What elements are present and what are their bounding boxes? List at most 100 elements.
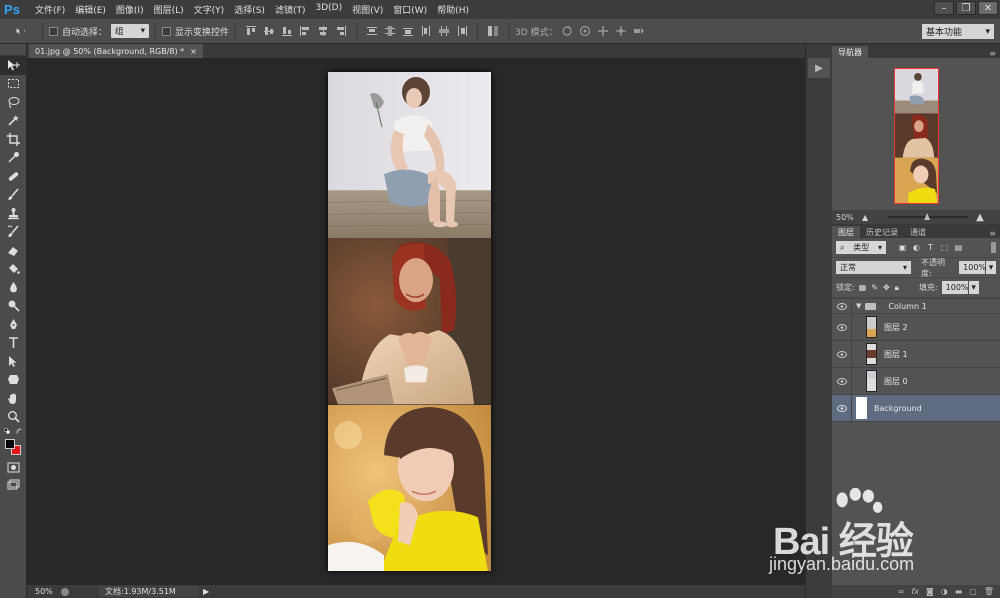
disclosure-triangle-icon[interactable]: ▼ <box>856 302 861 310</box>
menu-layer[interactable]: 图层(L) <box>149 3 189 16</box>
auto-select-checkbox[interactable] <box>49 26 58 36</box>
panel-menu-icon[interactable]: ≡ <box>989 229 1000 238</box>
distribute-top-icon[interactable] <box>366 25 378 37</box>
slider-thumb[interactable] <box>924 213 931 220</box>
distribute-vcenter-icon[interactable] <box>384 25 396 37</box>
lock-all-icon[interactable]: 🔒︎ <box>895 283 899 293</box>
eraser-tool-icon[interactable] <box>0 241 27 260</box>
add-mask-icon[interactable]: ◙ <box>926 587 934 596</box>
move-tool-preset-icon[interactable] <box>11 25 33 37</box>
layer-row-selected[interactable]: Background <box>832 395 1000 422</box>
layer-row[interactable]: 图层 2 <box>832 314 1000 341</box>
visibility-eye-icon[interactable] <box>832 299 852 313</box>
distribute-left-icon[interactable] <box>420 25 432 37</box>
pen-tool-icon[interactable] <box>0 315 27 334</box>
foreground-color-swatch[interactable] <box>5 439 15 449</box>
path-selection-tool-icon[interactable] <box>0 352 27 371</box>
opacity-input[interactable]: 100% <box>959 261 986 274</box>
navigator-preview[interactable] <box>894 68 939 204</box>
slide-3d-icon[interactable] <box>615 25 627 37</box>
roll-3d-icon[interactable] <box>579 25 591 37</box>
type-tool-icon[interactable] <box>0 334 27 353</box>
shape-tool-icon[interactable] <box>0 371 27 390</box>
menu-select[interactable]: 选择(S) <box>229 3 270 16</box>
delete-layer-icon[interactable]: 🗑︎ <box>984 587 994 596</box>
distribute-bottom-icon[interactable] <box>402 25 414 37</box>
history-brush-tool-icon[interactable] <box>0 223 27 242</box>
clone-stamp-tool-icon[interactable] <box>0 204 27 223</box>
filter-pixel-icon[interactable]: ▣ <box>898 243 907 252</box>
menu-image[interactable]: 图像(I) <box>111 3 149 16</box>
menu-type[interactable]: 文字(Y) <box>189 3 230 16</box>
dodge-tool-icon[interactable] <box>0 297 27 316</box>
zoom-tool-icon[interactable] <box>0 408 27 427</box>
menu-help[interactable]: 帮助(H) <box>432 3 474 16</box>
menu-edit[interactable]: 编辑(E) <box>70 3 111 16</box>
show-transform-checkbox[interactable] <box>162 26 172 36</box>
menu-window[interactable]: 窗口(W) <box>388 3 432 16</box>
filter-type-icon[interactable]: T <box>926 243 935 252</box>
navigator-zoom-slider[interactable] <box>888 213 969 220</box>
marquee-tool-icon[interactable] <box>0 75 27 94</box>
panel-menu-icon[interactable]: ≡ <box>989 49 1000 58</box>
layer-style-icon[interactable]: fx <box>911 587 919 596</box>
quick-selection-tool-icon[interactable] <box>0 112 27 131</box>
paint-bucket-tool-icon[interactable] <box>0 260 27 279</box>
fill-input[interactable]: 100% <box>941 281 969 294</box>
pan-3d-icon[interactable] <box>597 25 609 37</box>
status-zoom[interactable]: 50% <box>27 587 61 596</box>
crop-tool-icon[interactable] <box>0 130 27 149</box>
screen-mode-icon[interactable] <box>0 477 27 496</box>
new-layer-icon[interactable]: ▢ <box>969 587 977 596</box>
layer-filter-dropdown[interactable]: ⌕ 类型 ▾ <box>836 241 886 254</box>
menu-filter[interactable]: 滤镜(T) <box>270 3 311 16</box>
blur-tool-icon[interactable] <box>0 278 27 297</box>
filter-adjustment-icon[interactable]: ◐ <box>912 243 921 252</box>
workspace-dropdown[interactable]: 基本功能 ▾ <box>922 24 994 39</box>
fill-arrow-icon[interactable]: ▾ <box>968 281 979 294</box>
blend-mode-dropdown[interactable]: 正常 ▾ <box>836 261 911 274</box>
hand-tool-icon[interactable] <box>0 389 27 408</box>
align-right-icon[interactable] <box>335 25 347 37</box>
visibility-eye-icon[interactable] <box>832 314 852 340</box>
move-tool-icon[interactable] <box>0 56 27 75</box>
auto-select-dropdown[interactable]: 组 ▾ <box>111 24 150 38</box>
new-adjustment-icon[interactable]: ◑ <box>941 587 948 596</box>
status-arrow-icon[interactable]: ▶ <box>203 587 209 596</box>
lasso-tool-icon[interactable] <box>0 93 27 112</box>
healing-brush-tool-icon[interactable] <box>0 167 27 186</box>
layer-row[interactable]: 图层 1 <box>832 341 1000 368</box>
tab-navigator[interactable]: 导航器 <box>832 46 868 58</box>
tab-channels[interactable]: 通道 <box>904 226 932 238</box>
eyedropper-tool-icon[interactable] <box>0 149 27 168</box>
restore-icon[interactable]: ❐ <box>956 1 976 15</box>
navigator-zoom-value[interactable]: 50% <box>832 213 862 222</box>
align-left-icon[interactable] <box>299 25 311 37</box>
tab-layers[interactable]: 图层 <box>832 226 860 238</box>
link-layers-icon[interactable]: ∞ <box>898 587 905 596</box>
visibility-eye-icon[interactable] <box>832 395 852 421</box>
document-canvas[interactable] <box>328 72 491 571</box>
filter-toggle-icon[interactable] <box>991 242 996 253</box>
scale-3d-icon[interactable] <box>633 25 645 37</box>
zoom-out-icon[interactable]: ▲ <box>862 213 868 222</box>
minimize-icon[interactable]: – <box>934 1 954 15</box>
close-icon[interactable]: ✕ <box>978 1 998 15</box>
rotate-3d-icon[interactable] <box>561 25 573 37</box>
filter-shape-icon[interactable]: ⬚ <box>940 243 949 252</box>
visibility-eye-icon[interactable] <box>832 368 852 394</box>
filter-smart-object-icon[interactable]: ▤ <box>954 243 963 252</box>
lock-transparency-icon[interactable]: ▦ <box>859 283 867 292</box>
menu-file[interactable]: 文件(F) <box>30 3 70 16</box>
auto-align-icon[interactable] <box>487 25 499 37</box>
align-vcenter-icon[interactable] <box>263 25 275 37</box>
lock-position-icon[interactable]: ✥ <box>883 283 890 292</box>
tab-history[interactable]: 历史记录 <box>860 226 904 238</box>
opacity-arrow-icon[interactable]: ▾ <box>986 261 996 274</box>
canvas-area[interactable] <box>27 58 805 585</box>
visibility-eye-icon[interactable] <box>832 341 852 367</box>
layer-row[interactable]: 图层 0 <box>832 368 1000 395</box>
close-tab-icon[interactable]: × <box>190 47 197 56</box>
zoom-in-icon[interactable]: ▲ <box>976 212 984 223</box>
distribute-right-icon[interactable] <box>456 25 468 37</box>
